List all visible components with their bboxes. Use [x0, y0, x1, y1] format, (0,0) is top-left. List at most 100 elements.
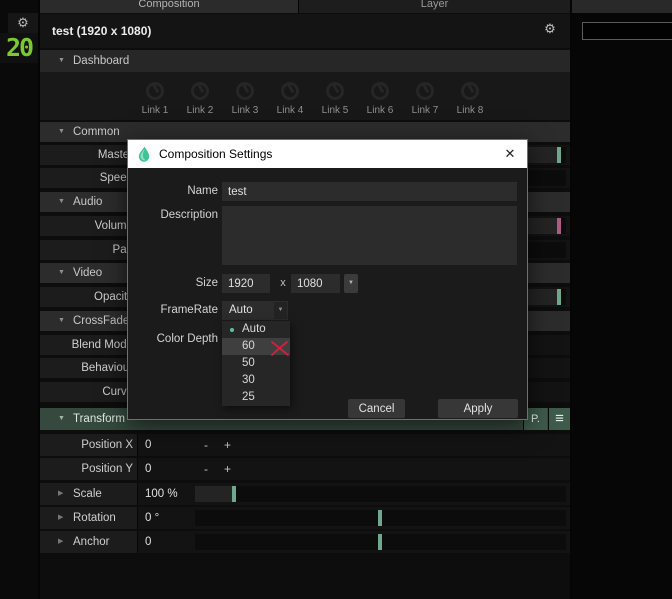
tab-bar-continuation — [572, 0, 672, 13]
anchor-slider[interactable] — [195, 534, 566, 550]
preferences-button[interactable] — [8, 13, 38, 33]
position-x-decrement-button[interactable]: - — [204, 434, 208, 456]
behaviour-label: Behaviour — [40, 358, 138, 378]
tab-composition[interactable]: Composition — [40, 0, 298, 13]
bpm-field[interactable] — [582, 22, 672, 40]
row-anchor: Anchor 0 — [40, 531, 570, 553]
link-8-knob[interactable] — [461, 82, 479, 100]
resolume-logo-icon — [136, 146, 152, 162]
position-x-increment-button[interactable]: + — [224, 434, 231, 456]
link-2-label: Link 2 — [178, 105, 222, 116]
rotation-label: Rotation — [73, 507, 116, 529]
color-depth-label: Color Depth — [138, 330, 218, 349]
hamburger-menu-icon — [555, 414, 564, 426]
collapse-arrow-icon — [58, 311, 65, 331]
slider-tick — [232, 486, 236, 502]
dialog-close-button[interactable]: ✕ — [500, 140, 520, 168]
size-preset-dropdown-button[interactable] — [344, 274, 358, 293]
scale-label-cell[interactable]: Scale — [40, 483, 138, 505]
rotation-slider[interactable] — [195, 510, 566, 526]
transform-menu-button[interactable] — [548, 408, 570, 430]
slider-fill — [195, 486, 232, 502]
volume-label: Volume — [40, 216, 138, 236]
framerate-dropdown[interactable]: Auto — [222, 301, 288, 320]
crossfade-label: CrossFade — [73, 311, 129, 331]
row-position-x: Position X 0 - + — [40, 434, 570, 456]
size-label: Size — [138, 274, 218, 293]
tab-layer[interactable]: Layer — [299, 0, 570, 13]
framerate-dropdown-menu: Auto 60 50 30 25 — [222, 321, 290, 406]
row-rotation: Rotation 0 ° — [40, 507, 570, 529]
curve-label: Curve — [40, 382, 138, 402]
dialog-titlebar[interactable]: Composition Settings ✕ — [128, 140, 527, 168]
tab-composition-label: Composition — [40, 0, 298, 13]
composition-title-row: test (1920 x 1080) — [40, 14, 570, 48]
link-3-label: Link 3 — [223, 105, 267, 116]
selected-dot-icon — [230, 328, 234, 332]
menu-item-auto[interactable]: Auto — [222, 321, 290, 338]
expand-arrow-icon — [58, 483, 63, 505]
slider-tick — [378, 510, 382, 526]
menu-item-50[interactable]: 50 — [222, 355, 290, 372]
video-label: Video — [73, 263, 102, 283]
dashboard-label: Dashboard — [73, 50, 129, 72]
link-1-knob[interactable] — [146, 82, 164, 100]
menu-item-label: 50 — [242, 357, 255, 369]
menu-item-label: Auto — [242, 323, 266, 335]
rotation-value[interactable]: 0 ° — [145, 507, 159, 529]
position-x-label: Position X — [40, 434, 138, 456]
scale-value[interactable]: 100 % — [145, 483, 178, 505]
scale-slider[interactable] — [195, 486, 566, 502]
p-button-label: P. — [531, 413, 540, 425]
slider-tick — [557, 147, 561, 163]
common-label: Common — [73, 122, 120, 142]
menu-item-60[interactable]: 60 — [222, 338, 290, 355]
anchor-label-cell[interactable]: Anchor — [40, 531, 138, 553]
size-width-input[interactable] — [222, 274, 270, 293]
gear-icon — [8, 13, 38, 33]
dashboard-knobs: Link 1 Link 2 Link 3 Link 4 Link 5 Link … — [40, 73, 570, 120]
position-y-label: Position Y — [40, 458, 138, 480]
composition-settings-gear-icon[interactable] — [542, 21, 558, 37]
menu-item-30[interactable]: 30 — [222, 372, 290, 389]
blend-mode-label: Blend Mode — [40, 335, 138, 355]
collapse-arrow-icon — [58, 192, 65, 212]
link-5-knob[interactable] — [326, 82, 344, 100]
composition-title: test (1920 x 1080) — [52, 14, 151, 48]
anchor-value[interactable]: 0 — [145, 531, 151, 553]
audio-label: Audio — [73, 192, 102, 212]
fps-display: 20 — [0, 33, 38, 63]
chevron-down-icon — [274, 302, 287, 319]
size-height-input[interactable] — [291, 274, 340, 293]
link-3-knob[interactable] — [236, 82, 254, 100]
section-header-dashboard[interactable]: Dashboard — [40, 50, 570, 72]
link-6-knob[interactable] — [371, 82, 389, 100]
position-y-increment-button[interactable]: + — [224, 458, 231, 480]
size-separator: x — [276, 274, 290, 293]
composition-settings-dialog: Composition Settings ✕ Name Description … — [127, 139, 528, 420]
slider-tick — [378, 534, 382, 550]
fps-value: 20 — [6, 33, 32, 62]
link-5-label: Link 5 — [313, 105, 357, 116]
framerate-value: Auto — [229, 301, 253, 320]
name-input[interactable] — [222, 182, 517, 201]
dialog-title: Composition Settings — [159, 140, 272, 168]
apply-button[interactable]: Apply — [438, 399, 518, 418]
cancel-button[interactable]: Cancel — [348, 399, 405, 418]
position-x-value[interactable]: 0 — [145, 434, 151, 456]
tab-layer-label: Layer — [299, 0, 570, 13]
menu-item-25[interactable]: 25 — [222, 389, 290, 406]
link-2-knob[interactable] — [191, 82, 209, 100]
rotation-label-cell[interactable]: Rotation — [40, 507, 138, 529]
link-4-knob[interactable] — [281, 82, 299, 100]
collapse-arrow-icon — [58, 122, 65, 142]
master-label: Master — [40, 145, 138, 165]
position-y-value[interactable]: 0 — [145, 458, 151, 480]
link-1-label: Link 1 — [133, 105, 177, 116]
link-7-knob[interactable] — [416, 82, 434, 100]
framerate-label: FrameRate — [138, 301, 218, 320]
expand-arrow-icon — [58, 531, 63, 553]
menu-item-label: 60 — [242, 340, 255, 352]
description-input[interactable] — [222, 206, 517, 265]
position-y-decrement-button[interactable]: - — [204, 458, 208, 480]
